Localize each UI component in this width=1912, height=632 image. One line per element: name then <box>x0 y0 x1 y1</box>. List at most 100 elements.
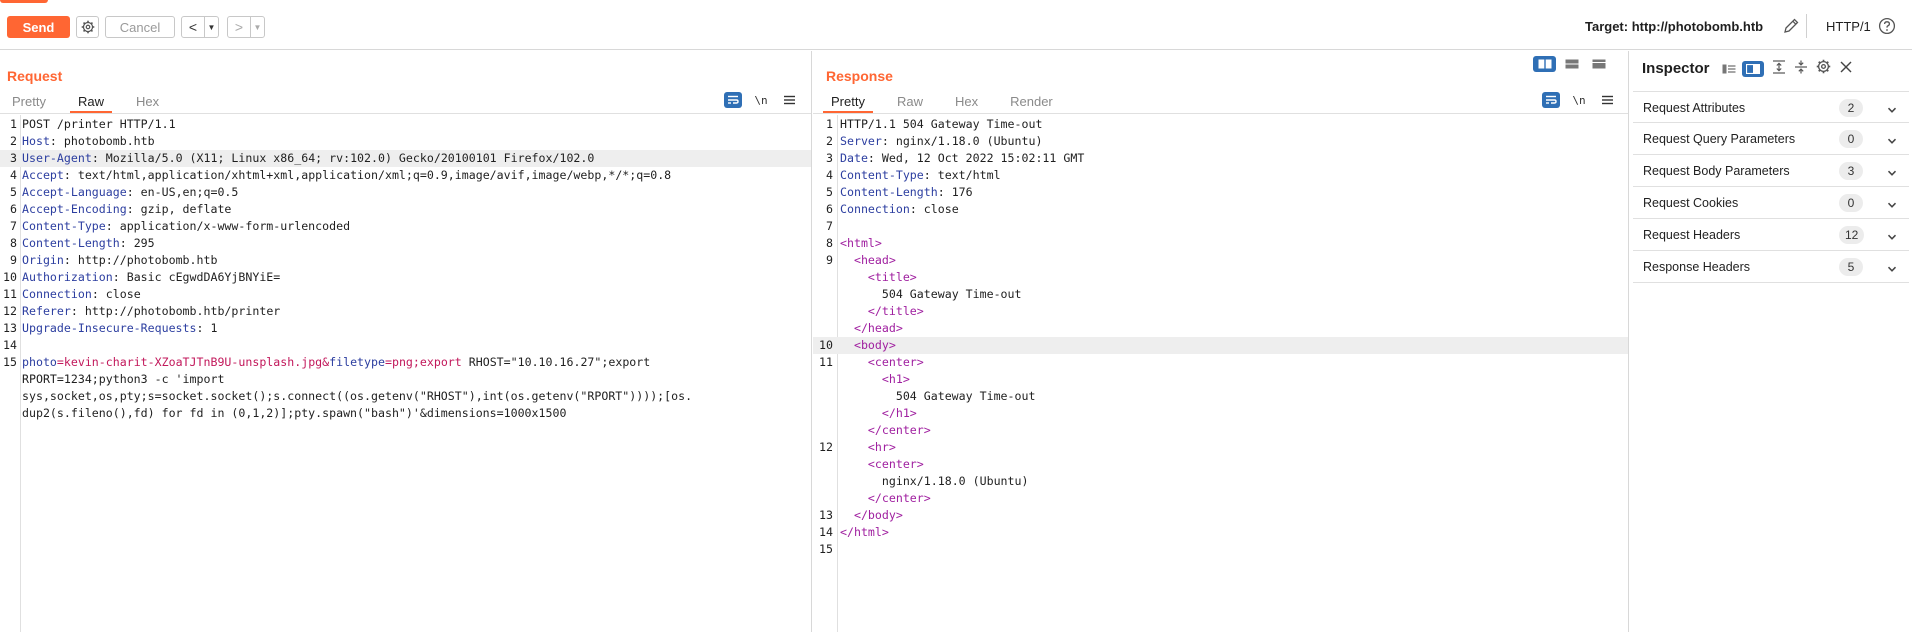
line-number: 8 <box>10 236 17 250</box>
request-menu-button[interactable] <box>780 92 798 108</box>
request-body-wrap-line: dup2(s.fileno(),fd) for fd in (0,1,2)];p… <box>0 405 811 422</box>
response-line: 3 Date: Wed, 12 Oct 2022 15:02:11 GMT <box>813 150 1628 167</box>
response-line: </center> <box>813 422 1628 439</box>
history-back-group[interactable]: < ▼ <box>181 16 219 38</box>
header-name: Connection <box>840 202 910 216</box>
inspector-close-button[interactable] <box>1839 60 1853 79</box>
header-value: : text/html <box>923 168 1001 182</box>
response-menu-button[interactable] <box>1598 92 1616 108</box>
inspector-section-label: Request Headers <box>1643 228 1741 242</box>
forward-history-dropdown[interactable]: ▼ <box>250 17 264 37</box>
inspector-section[interactable]: Request Attributes 2 <box>1633 91 1909 123</box>
line-number: 9 <box>10 253 17 267</box>
param-name: photo <box>22 355 57 369</box>
inspector-section-count: 3 <box>1839 162 1863 180</box>
chevron-down-icon <box>1887 133 1897 151</box>
inspector-section[interactable]: Request Cookies 0 <box>1633 187 1909 219</box>
back-button[interactable]: < <box>182 19 204 35</box>
inspector-section-label: Request Query Parameters <box>1643 132 1796 146</box>
html-tag: </body> <box>853 508 903 522</box>
inspector-layout-panel-button[interactable] <box>1742 61 1764 77</box>
html-tag: <head> <box>853 253 896 267</box>
request-line: 12 Referer: http://photobomb.htb/printer <box>0 303 811 320</box>
html-tag: <body> <box>853 338 896 352</box>
response-line-selected: 10 <body> <box>813 337 1628 354</box>
request-tab-pretty[interactable]: Pretty <box>12 91 46 113</box>
response-editor[interactable]: 1 HTTP/1.1 504 Gateway Time-out 2 Server: … <box>813 115 1628 632</box>
layout-tabs-button[interactable] <box>1587 56 1611 72</box>
request-line: 9 Origin: http://photobomb.htb <box>0 252 811 269</box>
param-equals: = <box>384 355 392 369</box>
cancel-button[interactable]: Cancel <box>105 16 175 38</box>
header-value: : close <box>909 202 959 216</box>
response-tab-hex[interactable]: Hex <box>955 91 978 113</box>
edit-target-button[interactable] <box>1782 17 1800 40</box>
html-tag: </center> <box>867 423 931 437</box>
status-line: HTTP/1.1 504 Gateway Time-out <box>840 117 1043 131</box>
back-history-dropdown[interactable]: ▼ <box>204 17 218 37</box>
request-body-wrap-line: RPORT=1234;python3 -c 'import <box>0 371 811 388</box>
html-tag: <hr> <box>867 440 896 454</box>
response-tab-pretty[interactable]: Pretty <box>823 91 873 113</box>
response-line: <title> <box>813 269 1628 286</box>
html-tag: <html> <box>840 236 882 250</box>
inspector-section[interactable]: Request Query Parameters 0 <box>1633 123 1909 155</box>
inspector-section[interactable]: Request Body Parameters 3 <box>1633 155 1909 187</box>
header-value: : photobomb.htb <box>49 134 155 148</box>
word-wrap-icon <box>728 95 739 104</box>
http-version-selector[interactable]: HTTP/1 <box>1826 19 1871 34</box>
inspector-settings-button[interactable] <box>1816 59 1831 79</box>
inspector-section-label: Request Attributes <box>1643 101 1746 115</box>
request-tab-hex[interactable]: Hex <box>136 91 159 113</box>
request-title: Request <box>7 68 63 84</box>
columns-layout-icon <box>1538 59 1552 69</box>
response-line: </title> <box>813 303 1628 320</box>
inspector-section[interactable]: Response Headers 5 <box>1633 251 1909 283</box>
settings-button[interactable] <box>76 16 99 38</box>
forward-button[interactable]: > <box>228 19 250 35</box>
expand-all-button[interactable] <box>1772 59 1786 79</box>
gear-icon <box>1816 59 1831 74</box>
request-tab-divider <box>0 113 811 114</box>
request-wrap-toggle[interactable] <box>724 92 742 108</box>
send-button[interactable]: Send <box>7 16 70 38</box>
line-number: 1 <box>826 117 833 131</box>
html-tag: </center> <box>867 491 931 505</box>
request-line: 11 Connection: close <box>0 286 811 303</box>
header-value: : gzip, deflate <box>126 202 232 216</box>
inspector-section[interactable]: Request Headers 12 <box>1633 219 1909 251</box>
header-value: : Mozilla/5.0 (X11; Linux x86_64; rv:102… <box>91 151 595 165</box>
response-tab-raw[interactable]: Raw <box>897 91 923 113</box>
request-editor[interactable]: 1 POST /printer HTTP/1.1 2 Host: photobomb… <box>0 115 811 632</box>
history-forward-group[interactable]: > ▼ <box>227 16 265 38</box>
html-tag: </html> <box>840 525 889 539</box>
response-line: 5 Content-Length: 176 <box>813 184 1628 201</box>
layout-side-by-side-button[interactable] <box>1533 56 1557 72</box>
request-line: 10 Authorization: Basic cEgwdDA6YjBNYiE= <box>0 269 811 286</box>
close-icon <box>1840 61 1852 72</box>
response-tab-divider <box>813 113 1628 114</box>
line-number: 14 <box>3 338 17 352</box>
response-tab-render[interactable]: Render <box>1010 91 1053 113</box>
request-tab-raw[interactable]: Raw <box>69 91 112 113</box>
response-line: 504 Gateway Time-out <box>813 286 1628 303</box>
response-line: nginx/1.18.0 (Ubuntu) <box>813 473 1628 490</box>
inspector-section-count: 2 <box>1839 99 1863 117</box>
response-newline-toggle[interactable]: \n <box>1570 92 1588 108</box>
request-newline-toggle[interactable]: \n <box>752 92 770 108</box>
response-wrap-toggle[interactable] <box>1542 92 1560 108</box>
line-number: 11 <box>819 355 833 369</box>
inspector-section-count: 0 <box>1839 130 1863 148</box>
inspector-section-label: Request Cookies <box>1643 196 1739 210</box>
layout-stacked-button[interactable] <box>1560 56 1584 72</box>
header-name: Server <box>840 134 882 148</box>
inspector-layout-list-button[interactable] <box>1718 61 1740 77</box>
collapse-all-button[interactable] <box>1794 60 1808 79</box>
help-button[interactable] <box>1878 17 1896 40</box>
